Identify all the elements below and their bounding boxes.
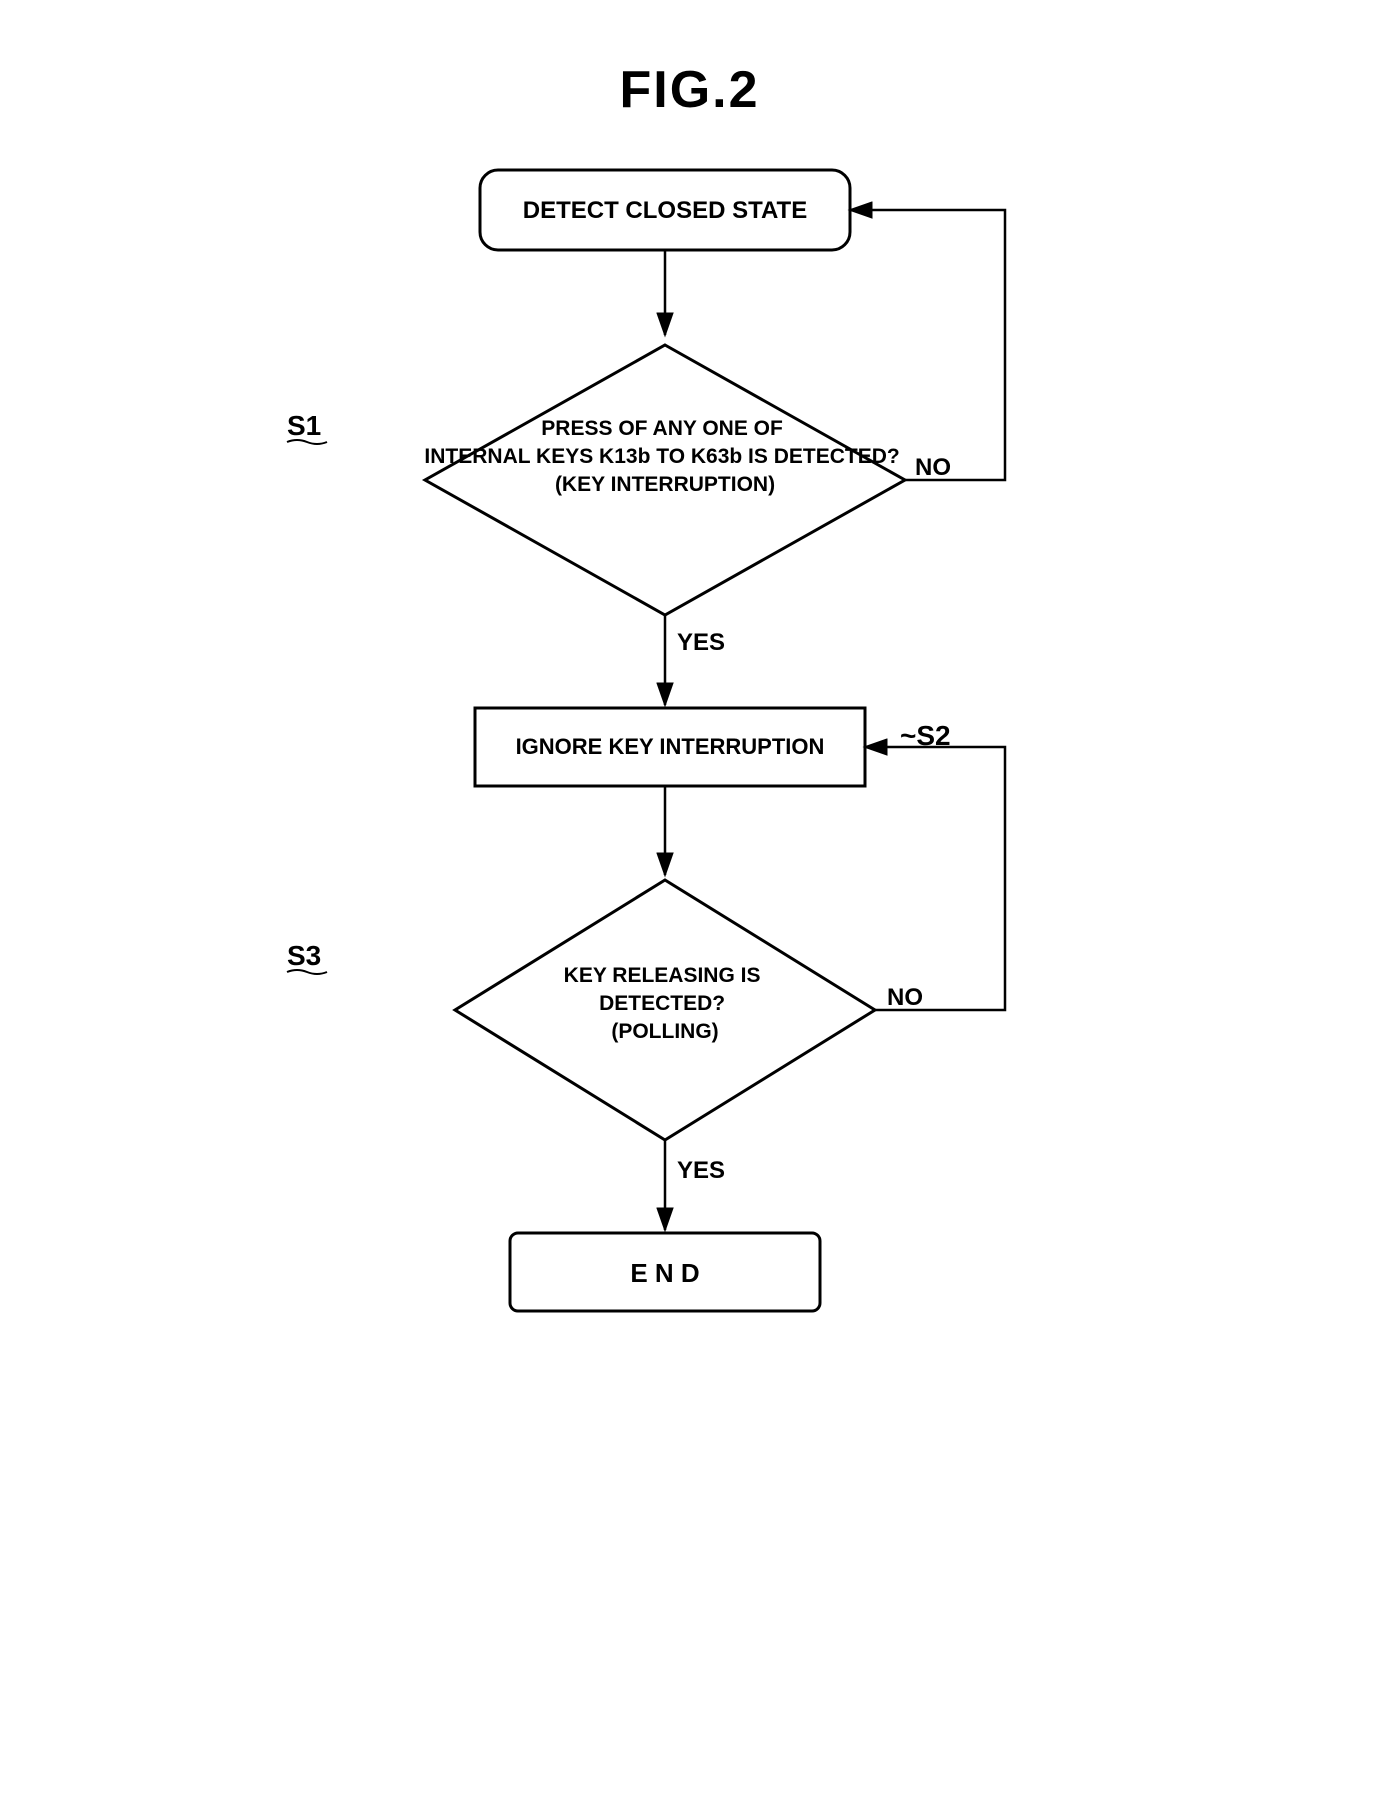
s3-yes-label: YES: [677, 1157, 725, 1184]
end-label: E N D: [630, 1258, 699, 1288]
arrow-s3-no: [865, 747, 1005, 1010]
s3-step-label: S3: [287, 940, 321, 971]
s1-yes-label: YES: [677, 629, 725, 656]
s1-no-label: NO: [915, 454, 951, 481]
figure-title: FIG.2: [0, 0, 1379, 120]
page: FIG.2 DETECT CLOSED STATE S1 PRESS OF AN…: [0, 0, 1379, 1805]
flowchart-diagram: DETECT CLOSED STATE S1 PRESS OF ANY ONE …: [215, 140, 1165, 1700]
detect-closed-state-label: DETECT CLOSED STATE: [522, 197, 806, 224]
s1-step-label: S1: [287, 410, 321, 441]
s2-label: IGNORE KEY INTERRUPTION: [515, 734, 824, 759]
arrow-s1-no: [850, 210, 1005, 480]
s3-no-label: NO: [887, 984, 923, 1011]
